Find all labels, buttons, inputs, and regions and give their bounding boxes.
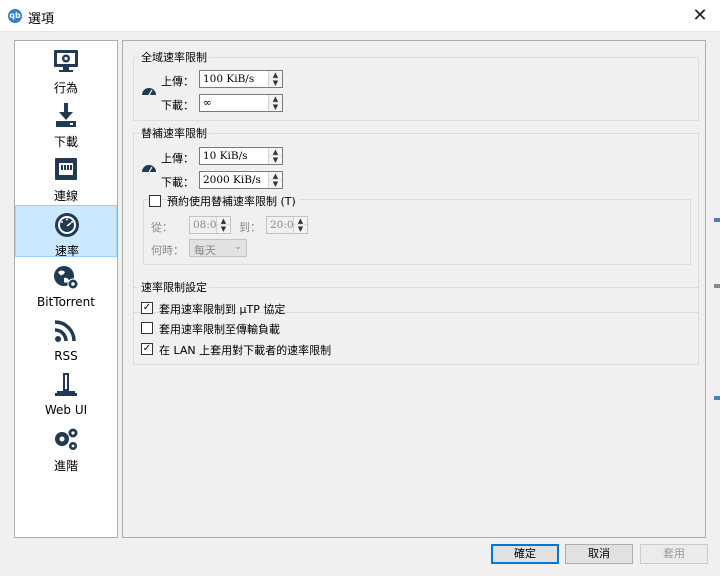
close-icon: ✕ — [692, 5, 708, 26]
apply-button[interactable]: 套用 — [640, 544, 708, 564]
lan-limit-checkbox[interactable]: ✓ — [141, 343, 153, 355]
spin-down-arrow[interactable]: ▼ — [269, 180, 282, 188]
cancel-button[interactable]: 取消 — [565, 544, 633, 564]
sidebar-item-rss[interactable]: RSS — [15, 313, 117, 365]
web-ui-icon — [55, 373, 77, 396]
ok-button[interactable]: 確定 — [491, 544, 559, 564]
network-icon — [55, 158, 77, 180]
to-time-spinbox[interactable]: 20:00 ▲ ▼ — [266, 216, 308, 234]
alt-download-spinbox[interactable]: 2000 KiB/s ▲ ▼ — [199, 171, 283, 189]
checkmark-icon: ✓ — [142, 302, 152, 313]
overhead-limit-checkbox[interactable] — [141, 322, 153, 334]
lan-limit-label: 在 LAN 上套用對下載者的速率限制 — [159, 344, 332, 357]
spinbox-value: ∞ — [203, 97, 212, 109]
alt-upload-spinbox[interactable]: 10 KiB/s ▲ ▼ — [199, 147, 283, 165]
sidebar-item-advanced[interactable]: 進階 — [15, 421, 117, 473]
spin-up-arrow[interactable]: ▲ — [269, 95, 282, 103]
from-label: 從： — [151, 221, 173, 234]
spin-down-arrow[interactable]: ▼ — [269, 79, 282, 87]
background-window-artifact — [714, 284, 720, 288]
sidebar-item-connection[interactable]: 連線 — [15, 151, 117, 203]
sidebar-item-bittorrent[interactable]: BitTorrent — [15, 259, 117, 311]
title-bar: qb 選項 ✕ — [0, 0, 720, 32]
globe-gear-icon — [54, 266, 79, 290]
spin-up-arrow[interactable]: ▲ — [294, 217, 307, 225]
window-title: 選項 — [28, 12, 55, 27]
sidebar-item-behavior[interactable]: 行為 — [15, 43, 117, 95]
group-title: 替補速率限制 — [139, 125, 209, 141]
sidebar-item-label: 行為 — [53, 81, 78, 95]
spin-up-arrow[interactable]: ▲ — [269, 71, 282, 79]
gears-icon — [55, 428, 78, 450]
download-label: 下載： — [161, 99, 194, 112]
sidebar-item-label: Web UI — [44, 403, 88, 417]
schedule-checkbox-label: 預約使用替補速率限制 (T) — [167, 193, 299, 209]
from-time-spinbox[interactable]: 08:00 ▲ ▼ — [189, 216, 231, 234]
when-select[interactable]: 每天 ⌄ — [189, 239, 247, 257]
download-label: 下載： — [161, 176, 194, 189]
spin-up-arrow[interactable]: ▲ — [217, 217, 230, 225]
sidebar-item-label: 進階 — [53, 459, 78, 473]
speedometer-small-icon — [142, 88, 156, 95]
close-button[interactable]: ✕ — [688, 4, 712, 28]
sidebar-item-label: RSS — [54, 349, 78, 363]
spin-down-arrow[interactable]: ▼ — [294, 225, 307, 233]
chevron-down-icon: ⌄ — [234, 242, 242, 252]
spin-down-arrow[interactable]: ▼ — [269, 103, 282, 111]
background-window-artifact — [714, 396, 720, 400]
global-download-spinbox[interactable]: ∞ ▲ ▼ — [199, 94, 283, 112]
sidebar-item-label: 連線 — [53, 189, 78, 203]
sidebar-item-label: 速率 — [54, 244, 79, 258]
to-label: 到： — [239, 221, 261, 234]
settings-panel: 全域速率限制 上傳： 100 KiB/s ▲ ▼ 下載： ∞ ▲ ▼ 替補速率限制 … — [122, 40, 706, 538]
overhead-limit-label: 套用速率限制至傳輸負載 — [159, 323, 280, 336]
schedule-checkbox[interactable] — [149, 195, 161, 207]
sidebar: 行為 下載 連線 速率 BitTorrent RSS Web UI 進階 — [14, 40, 118, 538]
utp-limit-checkbox[interactable]: ✓ — [141, 302, 153, 314]
global-upload-spinbox[interactable]: 100 KiB/s ▲ ▼ — [199, 70, 283, 88]
sidebar-item-speed[interactable]: 速率 — [15, 205, 117, 258]
group-title: 速率限制設定 — [139, 279, 209, 295]
spinbox-value: 100 KiB/s — [203, 73, 255, 85]
upload-label: 上傳： — [161, 152, 194, 165]
monitor-gear-icon — [54, 50, 78, 72]
sidebar-item-label: 下載 — [53, 135, 78, 149]
app-logo-icon: qb — [8, 9, 22, 23]
speedometer-alt-small-icon — [142, 165, 156, 172]
sidebar-item-webui[interactable]: Web UI — [15, 367, 117, 419]
utp-limit-label: 套用速率限制到 µTP 協定 — [159, 303, 286, 316]
spinbox-value: 2000 KiB/s — [203, 174, 261, 186]
background-window-artifact — [714, 218, 720, 222]
download-icon — [56, 103, 76, 127]
speedometer-icon — [55, 213, 79, 237]
group-title: 全域速率限制 — [139, 49, 209, 65]
checkmark-icon: ✓ — [142, 343, 152, 354]
sidebar-item-downloads[interactable]: 下載 — [15, 97, 117, 149]
when-label: 何時： — [151, 244, 184, 257]
rss-icon — [54, 320, 76, 342]
spin-up-arrow[interactable]: ▲ — [269, 172, 282, 180]
upload-label: 上傳： — [161, 75, 194, 88]
sidebar-item-label: BitTorrent — [37, 295, 95, 309]
spin-down-arrow[interactable]: ▼ — [269, 156, 282, 164]
spinbox-value: 10 KiB/s — [203, 150, 248, 162]
when-selected-value: 每天 — [194, 244, 216, 257]
spin-down-arrow[interactable]: ▼ — [217, 225, 230, 233]
spin-up-arrow[interactable]: ▲ — [269, 148, 282, 156]
